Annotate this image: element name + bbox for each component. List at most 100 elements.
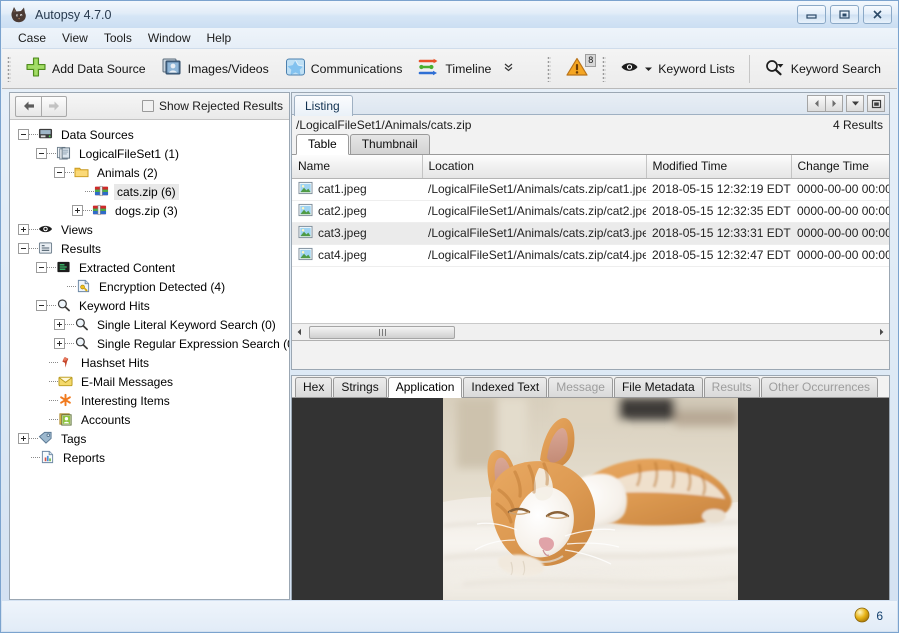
viewer-tab-hex[interactable]: Hex (295, 377, 332, 397)
tree-explorer-panel: Show Rejected Results Data SourcesLogica… (9, 92, 290, 600)
toolbar-overflow-chevron-double-down-icon[interactable] (499, 61, 518, 76)
keyword-lists-button[interactable]: Keyword Lists (612, 54, 743, 84)
cell-modified-time: 2018-05-15 12:33:31 EDT (646, 222, 791, 244)
tree-node-views[interactable]: Views (10, 220, 289, 239)
tree-node-logicalfileset1-1[interactable]: LogicalFileSet1 (1) (10, 144, 289, 163)
back-arrow-icon[interactable] (15, 96, 41, 117)
toolbar-grip[interactable] (7, 56, 11, 82)
file-listing-table: Name Location Modified Time Change Time … (292, 155, 889, 267)
viewer-tab-strings[interactable]: Strings (333, 377, 386, 397)
keyword-search-button[interactable]: Keyword Search (756, 54, 889, 84)
forward-arrow-icon[interactable] (41, 96, 67, 117)
yellow-sphere-icon (854, 607, 870, 626)
window-title: Autopsy 4.7.0 (35, 8, 111, 22)
warning-button[interactable]: 8 (557, 54, 597, 84)
menu-view[interactable]: View (54, 29, 96, 47)
column-header-change-time[interactable]: Change Time (791, 155, 889, 178)
show-rejected-checkbox-box[interactable] (142, 100, 154, 112)
tree-connector-line (47, 267, 56, 268)
tree-collapse-minus-icon[interactable] (36, 262, 47, 273)
communications-button[interactable]: Communications (277, 54, 411, 84)
hscroll-right-arrow-icon[interactable] (874, 325, 889, 340)
column-header-modified-time[interactable]: Modified Time (646, 155, 791, 178)
tree-node-accounts[interactable]: Accounts (10, 410, 289, 429)
tree-node-single-literal-keyword-search-0[interactable]: Single Literal Keyword Search (0) (10, 315, 289, 334)
tree-collapse-minus-icon[interactable] (36, 148, 47, 159)
show-rejected-results-checkbox[interactable]: Show Rejected Results (142, 99, 283, 113)
timeline-button[interactable]: Timeline (410, 54, 499, 84)
tree-expand-plus-icon[interactable] (54, 338, 65, 349)
listing-dropdown-icon[interactable] (846, 95, 864, 112)
tree-connector-line (29, 134, 38, 135)
listing-back-icon[interactable] (807, 95, 825, 112)
tree-connector-line (47, 153, 56, 154)
tree-collapse-minus-icon[interactable] (36, 300, 47, 311)
column-header-location[interactable]: Location (422, 155, 646, 178)
table-row[interactable]: cat2.jpeg/LogicalFileSet1/Animals/cats.z… (292, 200, 889, 222)
add-data-source-button[interactable]: Add Data Source (17, 54, 154, 84)
hscroll-left-arrow-icon[interactable] (292, 325, 307, 340)
cell-location: /LogicalFileSet1/Animals/cats.zip/cat2.j… (422, 200, 646, 222)
column-header-name[interactable]: Name (292, 155, 422, 178)
tree-connector-line (83, 210, 92, 211)
minimize-icon[interactable] (797, 5, 826, 24)
table-row[interactable]: cat4.jpeg/LogicalFileSet1/Animals/cats.z… (292, 244, 889, 266)
menu-window[interactable]: Window (140, 29, 199, 47)
tree-node-dogs-zip-3[interactable]: dogs.zip (3) (10, 201, 289, 220)
tree-collapse-minus-icon[interactable] (54, 167, 65, 178)
viewer-tab-application[interactable]: Application (388, 377, 463, 398)
tree-node-hashset-hits[interactable]: Hashset Hits (10, 353, 289, 372)
cell-location: /LogicalFileSet1/Animals/cats.zip/cat1.j… (422, 178, 646, 200)
tab-listing[interactable]: Listing (294, 95, 353, 116)
tree-node-encryption-detected-4[interactable]: Encryption Detected (4) (10, 277, 289, 296)
archive-icon (92, 203, 108, 218)
tree-node-keyword-hits[interactable]: Keyword Hits (10, 296, 289, 315)
viewer-tab-file-metadata[interactable]: File Metadata (614, 377, 703, 397)
tree-node-list[interactable]: Data SourcesLogicalFileSet1 (1)Animals (… (10, 120, 289, 599)
tree-expand-plus-icon[interactable] (18, 433, 29, 444)
tree-node-results[interactable]: Results (10, 239, 289, 258)
restore-icon[interactable] (830, 5, 859, 24)
listing-results-count: 4 Results (833, 118, 883, 132)
file-name-label: cat1.jpeg (318, 182, 367, 196)
tree-node-extracted-content[interactable]: Extracted Content (10, 258, 289, 277)
tree-node-tags[interactable]: Tags (10, 429, 289, 448)
tree-expand-plus-icon[interactable] (18, 224, 29, 235)
tree-node-e-mail-messages[interactable]: E-Mail Messages (10, 372, 289, 391)
listing-horizontal-scrollbar[interactable] (292, 323, 889, 340)
images-videos-button[interactable]: Images/Videos (154, 54, 277, 84)
table-row[interactable]: cat3.jpeg/LogicalFileSet1/Animals/cats.z… (292, 222, 889, 244)
tree-connector-line (29, 438, 38, 439)
tree-collapse-minus-icon[interactable] (18, 129, 29, 140)
tree-node-single-regular-expression-search-0[interactable]: Single Regular Expression Search (0) (10, 334, 289, 353)
menu-case[interactable]: Case (10, 29, 54, 47)
tree-node-cats-zip-6[interactable]: cats.zip (6) (10, 182, 289, 201)
menu-tools[interactable]: Tools (96, 29, 140, 47)
tree-node-interesting-items[interactable]: Interesting Items (10, 391, 289, 410)
tree-expand-plus-icon[interactable] (72, 205, 83, 216)
listing-forward-icon[interactable] (825, 95, 843, 112)
tree-node-data-sources[interactable]: Data Sources (10, 125, 289, 144)
tree-connector-line (47, 305, 56, 306)
viewer-tab-indexed-text[interactable]: Indexed Text (463, 377, 547, 397)
tree-node-animals-2[interactable]: Animals (2) (10, 163, 289, 182)
add-data-source-label: Add Data Source (52, 62, 146, 76)
table-row[interactable]: cat1.jpeg/LogicalFileSet1/Animals/cats.z… (292, 178, 889, 200)
hscroll-thumb[interactable] (309, 326, 455, 339)
tree-node-reports[interactable]: Reports (10, 448, 289, 467)
tree-collapse-minus-icon[interactable] (18, 243, 29, 254)
listing-view-tabs: Table Thumbnail (292, 134, 889, 155)
listing-maximize-panel-icon[interactable] (867, 95, 885, 112)
tab-thumbnail[interactable]: Thumbnail (350, 134, 430, 154)
cell-location: /LogicalFileSet1/Animals/cats.zip/cat3.j… (422, 222, 646, 244)
close-icon[interactable] (863, 5, 892, 24)
autopsy-logo-icon (9, 6, 29, 24)
email-icon (58, 374, 74, 389)
tree-node-label: E-Mail Messages (78, 374, 176, 390)
tab-table[interactable]: Table (296, 134, 349, 155)
hscroll-track[interactable] (307, 325, 874, 340)
menu-help[interactable]: Help (199, 29, 240, 47)
tree-connector-line (29, 229, 38, 230)
listing-path: /LogicalFileSet1/Animals/cats.zip (296, 118, 471, 132)
tree-expand-plus-icon[interactable] (54, 319, 65, 330)
